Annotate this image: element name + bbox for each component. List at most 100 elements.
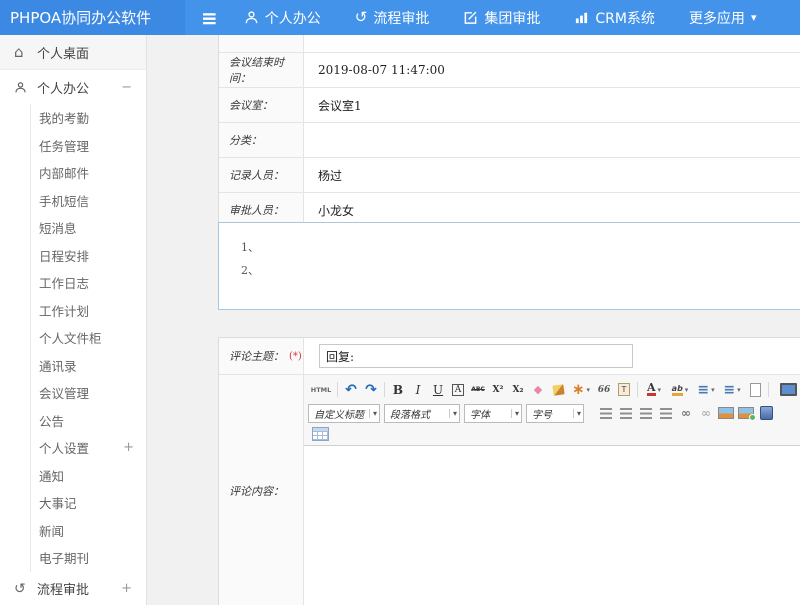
sidebar-subitem[interactable]: 公告 bbox=[31, 407, 146, 435]
form-row-label bbox=[219, 35, 304, 52]
nav-more-apps[interactable]: 更多应用 bbox=[689, 8, 757, 28]
sidebar-subitem[interactable]: 内部邮件 bbox=[31, 159, 146, 187]
undo-button[interactable] bbox=[341, 381, 361, 399]
nav-label: 集团审批 bbox=[484, 8, 540, 28]
font-size-select[interactable]: 字号 bbox=[526, 404, 584, 423]
font-color-button[interactable] bbox=[641, 381, 667, 399]
eraser-button[interactable] bbox=[528, 381, 548, 399]
paragraph-format-select[interactable]: 段落格式 bbox=[384, 404, 460, 423]
sidebar-subitem[interactable]: 通知 bbox=[31, 462, 146, 490]
align-right-button[interactable] bbox=[636, 404, 656, 422]
form-row-label: 会议室： bbox=[219, 88, 304, 122]
sidebar-subitem-label: 任务管理 bbox=[39, 136, 89, 155]
upload-image-button[interactable] bbox=[736, 404, 756, 422]
sidebar-subitem-label: 电子期刊 bbox=[39, 548, 89, 567]
content-line: 2、 bbox=[241, 259, 800, 282]
nav-label: 流程审批 bbox=[373, 8, 429, 28]
italic-button[interactable] bbox=[408, 381, 428, 399]
form-rows: 会议结束时间： 2019-08-07 11:47:00 会议室： 会议室1 分类… bbox=[219, 52, 800, 227]
sidebar-subitem-label: 通知 bbox=[39, 466, 64, 485]
select-label: 段落格式 bbox=[390, 406, 430, 421]
nav-group-approval[interactable]: 集团审批 bbox=[463, 8, 540, 28]
paste-text-button[interactable] bbox=[614, 381, 634, 399]
ordered-list-button[interactable] bbox=[693, 381, 719, 399]
comment-subject-input[interactable] bbox=[319, 344, 633, 368]
sidebar-subitem[interactable]: 个人文件柜 bbox=[31, 324, 146, 352]
hamburger-menu-icon[interactable] bbox=[201, 6, 218, 30]
caret-down-icon bbox=[751, 11, 757, 24]
app-logo[interactable]: PHPOA协同办公软件 bbox=[0, 0, 185, 35]
toolbar-row-3 bbox=[308, 424, 797, 444]
required-mark: (*) bbox=[289, 351, 302, 362]
sidebar-subitem[interactable]: 日程安排 bbox=[31, 242, 146, 270]
meeting-content-textarea[interactable]: 1、2、 bbox=[218, 222, 800, 310]
align-left-button[interactable] bbox=[596, 404, 616, 422]
sidebar-subitem[interactable]: 工作计划 bbox=[31, 297, 146, 325]
nav-process-approval[interactable]: 流程审批 bbox=[355, 8, 430, 28]
sidebar-subitem[interactable]: 我的考勤 bbox=[31, 104, 146, 132]
person-icon bbox=[244, 10, 259, 25]
top-nav: 个人办公 流程审批 集团审批 CRM系统 更多应用 bbox=[244, 8, 791, 28]
meeting-detail-table: 会议结束时间： 2019-08-07 11:47:00 会议室： 会议室1 分类… bbox=[218, 35, 800, 228]
sidebar-subitem-label: 公告 bbox=[39, 411, 64, 430]
sidebar-subitem-label: 个人设置 bbox=[39, 438, 89, 457]
sidebar-subitem[interactable]: 通讯录 bbox=[31, 352, 146, 380]
sidebar-item-label: 个人办公 bbox=[37, 78, 89, 97]
nav-personal-office[interactable]: 个人办公 bbox=[244, 8, 321, 28]
sidebar-subitem[interactable]: 新闻 bbox=[31, 517, 146, 545]
source-html-button[interactable] bbox=[308, 381, 334, 399]
rich-text-editor: 自定义标题 段落格式 字体 字号 bbox=[304, 375, 800, 605]
sidebar-subitem[interactable]: 短消息 bbox=[31, 214, 146, 242]
sidebar-subitem[interactable]: 任务管理 bbox=[31, 132, 146, 160]
font-style-button[interactable] bbox=[448, 381, 468, 399]
blockquote-button[interactable] bbox=[594, 381, 614, 399]
content-line: 1、 bbox=[241, 236, 800, 259]
editor-content-area[interactable] bbox=[304, 446, 800, 605]
insert-media-button[interactable] bbox=[756, 404, 776, 422]
sidebar-submenu: 我的考勤 任务管理 内部邮件 手机短信 短消息 日程安排 工作日志 bbox=[30, 104, 146, 572]
form-row-value bbox=[304, 35, 800, 52]
cycle-arrow-icon bbox=[14, 581, 37, 597]
link-button[interactable] bbox=[676, 404, 696, 422]
person-icon bbox=[14, 81, 37, 94]
sidebar-subitem[interactable]: 工作日志 bbox=[31, 269, 146, 297]
form-row: 会议结束时间： 2019-08-07 11:47:00 bbox=[219, 52, 800, 87]
sidebar-item-desktop[interactable]: 个人桌面 bbox=[0, 35, 146, 70]
font-family-select[interactable]: 字体 bbox=[464, 404, 522, 423]
heading-select[interactable]: 自定义标题 bbox=[308, 404, 380, 423]
subscript-button[interactable] bbox=[508, 381, 528, 399]
align-justify-button[interactable] bbox=[656, 404, 676, 422]
sidebar-subitem[interactable]: 手机短信 bbox=[31, 187, 146, 215]
form-row: 分类： bbox=[219, 122, 800, 157]
superscript-button[interactable] bbox=[488, 381, 508, 399]
select-label: 字体 bbox=[470, 406, 490, 421]
format-brush-button[interactable] bbox=[548, 381, 568, 399]
unlink-button[interactable] bbox=[696, 404, 716, 422]
top-bar: PHPOA协同办公软件 个人办公 流程审批 集团审批 bbox=[0, 0, 800, 35]
sidebar-subitem[interactable]: 个人设置 + bbox=[31, 434, 146, 462]
sidebar-item-process-approval[interactable]: 流程审批 + bbox=[0, 572, 146, 605]
form-row: 记录人员： 杨过 bbox=[219, 157, 800, 192]
insert-table-button[interactable] bbox=[310, 425, 330, 443]
expand-icon: + bbox=[123, 440, 146, 455]
insert-image-button[interactable] bbox=[716, 404, 736, 422]
strikethrough-button[interactable] bbox=[468, 381, 488, 399]
sidebar-subitem[interactable]: 电子期刊 bbox=[31, 544, 146, 572]
bold-button[interactable] bbox=[388, 381, 408, 399]
sidebar-subitem[interactable]: 大事记 bbox=[31, 489, 146, 517]
cycle-arrow-icon bbox=[355, 10, 368, 25]
fullscreen-button[interactable] bbox=[778, 381, 797, 399]
form-row-label: 会议结束时间： bbox=[219, 53, 304, 87]
bg-color-button[interactable] bbox=[667, 381, 693, 399]
sidebar-item-personal-office[interactable]: 个人办公 − bbox=[0, 70, 146, 104]
nav-crm-system[interactable]: CRM系统 bbox=[574, 8, 655, 28]
redo-button[interactable] bbox=[361, 381, 381, 399]
new-page-button[interactable] bbox=[745, 381, 765, 399]
magic-wand-button[interactable] bbox=[568, 381, 594, 399]
form-row-label: 分类： bbox=[219, 123, 304, 157]
unordered-list-button[interactable] bbox=[719, 381, 745, 399]
underline-button[interactable] bbox=[428, 381, 448, 399]
sidebar-subitem[interactable]: 会议管理 bbox=[31, 379, 146, 407]
align-center-button[interactable] bbox=[616, 404, 636, 422]
sidebar-subitem-label: 工作计划 bbox=[39, 301, 89, 320]
